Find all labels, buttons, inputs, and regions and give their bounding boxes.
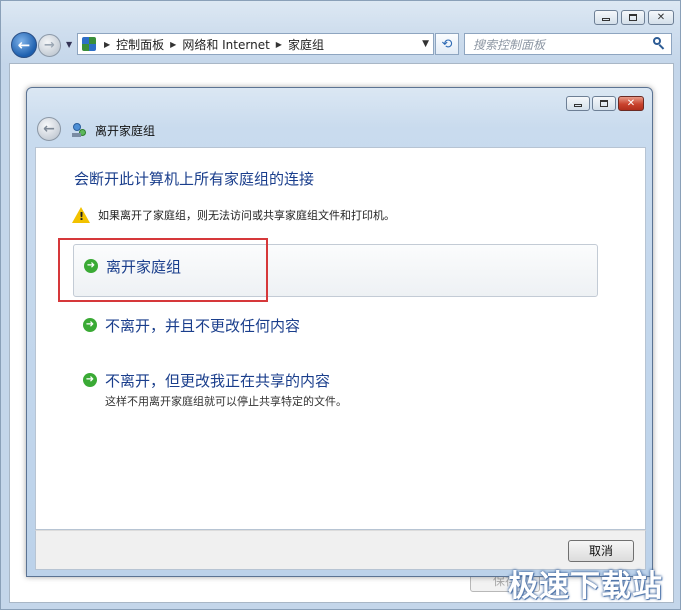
breadcrumb-network-internet[interactable]: 网络和 Internet xyxy=(182,36,269,53)
warning-row: ! 如果离开了家庭组，则无法访问或共享家庭组文件和打印机。 xyxy=(72,207,395,223)
chevron-right-icon[interactable]: ▶ xyxy=(104,40,110,49)
back-arrow-icon: ← xyxy=(43,121,55,137)
search-placeholder: 搜索控制面板 xyxy=(473,37,546,52)
cancel-button[interactable]: 取消 xyxy=(568,540,634,562)
outer-caption-buttons: ✕ xyxy=(594,10,674,25)
outer-maximize-button[interactable] xyxy=(621,10,645,25)
breadcrumb-control-panel[interactable]: 控制面板 xyxy=(116,36,164,53)
main-instruction: 会断开此计算机上所有家庭组的连接 xyxy=(74,170,315,188)
control-panel-icon xyxy=(82,37,96,51)
dialog-title: 离开家庭组 xyxy=(95,124,156,138)
option-description: 这样不用离开家庭组就可以停止共享特定的文件。 xyxy=(105,395,347,408)
dialog-back-button[interactable]: ← xyxy=(37,117,61,141)
chevron-right-icon[interactable]: ▶ xyxy=(170,40,176,49)
search-input[interactable]: 搜索控制面板 xyxy=(464,33,672,55)
minimize-icon xyxy=(574,104,582,107)
forward-arrow-icon: → xyxy=(44,38,55,53)
dialog-close-button[interactable]: ✕ xyxy=(618,96,644,111)
breadcrumb-homegroup[interactable]: 家庭组 xyxy=(288,36,324,53)
back-arrow-icon: ← xyxy=(17,36,31,54)
homegroup-icon xyxy=(71,122,87,138)
maximize-icon xyxy=(600,100,608,107)
dialog-minimize-button[interactable] xyxy=(566,96,590,111)
dialog-body: 会断开此计算机上所有家庭组的连接 ! 如果离开了家庭组，则无法访问或共享家庭组文… xyxy=(35,147,646,530)
watermark-text: 极速下载站 xyxy=(508,569,663,604)
chevron-right-icon[interactable]: ▶ xyxy=(276,40,282,49)
search-icon[interactable] xyxy=(653,37,667,51)
address-dropdown-icon[interactable]: ▼ xyxy=(422,39,429,49)
warning-text: 如果离开了家庭组，则无法访问或共享家庭组文件和打印机。 xyxy=(98,209,395,222)
leave-homegroup-dialog: ✕ ← 离开家庭组 会断开此计算机上所有家庭组的连接 ! 如果离开了家庭组，则无… xyxy=(26,87,653,577)
recent-pages-dropdown[interactable]: ▼ xyxy=(66,40,72,49)
dialog-caption-buttons: ✕ xyxy=(566,96,644,111)
refresh-icon: ⟲ xyxy=(441,36,453,52)
dialog-header: ← 离开家庭组 xyxy=(37,117,637,143)
warning-icon: ! xyxy=(72,207,90,223)
dont-leave-no-change-option[interactable]: ➜ 不离开，并且不更改任何内容 xyxy=(73,312,598,342)
close-icon: ✕ xyxy=(626,98,636,109)
outer-close-button[interactable]: ✕ xyxy=(648,10,674,25)
minimize-icon xyxy=(602,18,610,21)
annotation-highlight-box xyxy=(58,238,268,302)
dont-leave-change-sharing-option[interactable]: ➜ 不离开，但更改我正在共享的内容 这样不用离开家庭组就可以停止共享特定的文件。 xyxy=(73,367,598,411)
close-icon: ✕ xyxy=(656,11,666,23)
green-arrow-icon: ➜ xyxy=(83,373,97,387)
option-title[interactable]: 不离开，但更改我正在共享的内容 xyxy=(105,367,598,391)
green-arrow-icon: ➜ xyxy=(83,318,97,332)
address-bar[interactable]: ▶ 控制面板 ▶ 网络和 Internet ▶ 家庭组 ▼ xyxy=(77,33,434,55)
navigation-bar: ← → ▼ ▶ 控制面板 ▶ 网络和 Internet ▶ 家庭组 ▼ ⟲ 搜索… xyxy=(9,32,674,58)
refresh-button[interactable]: ⟲ xyxy=(435,33,459,55)
option-title[interactable]: 不离开，并且不更改任何内容 xyxy=(105,312,598,336)
maximize-icon xyxy=(629,14,637,21)
forward-button[interactable]: → xyxy=(38,34,61,57)
back-button[interactable]: ← xyxy=(11,32,37,58)
dialog-maximize-button[interactable] xyxy=(592,96,616,111)
outer-minimize-button[interactable] xyxy=(594,10,618,25)
